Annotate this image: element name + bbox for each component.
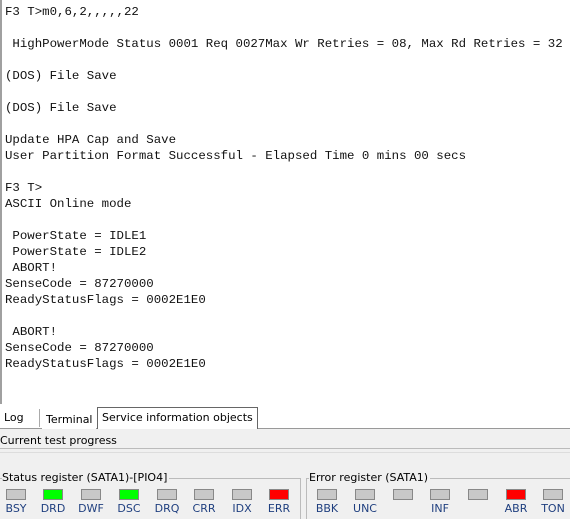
flag-label: INF [431, 502, 449, 515]
terminal-line: ABORT! [5, 261, 58, 275]
flag-led-bsy [6, 489, 26, 500]
terminal-line: User Partition Format Successful - Elaps… [5, 149, 467, 163]
terminal-line: (DOS) File Save [5, 101, 117, 115]
flag-led-drd [43, 489, 63, 500]
flag-led-abr [506, 489, 526, 500]
flag-label: DRQ [154, 502, 180, 515]
flag-label: TON [541, 502, 565, 515]
terminal-line: ASCII Online mode [5, 197, 132, 211]
terminal-line: ReadyStatusFlags = 0002E1E0 [5, 357, 206, 371]
tab-service-information-objects[interactable]: Service information objects [97, 407, 258, 429]
flag-label: BBK [315, 502, 339, 515]
flag-led-blank [468, 489, 488, 500]
flag-label: ERR [267, 502, 291, 515]
flag-label: ABR [504, 502, 528, 515]
flag-led-dwf [81, 489, 101, 500]
terminal-line: SenseCode = 87270000 [5, 277, 154, 291]
flag-label: DSC [117, 502, 141, 515]
flag-led-crr [194, 489, 214, 500]
terminal-line: ReadyStatusFlags = 0002E1E0 [5, 293, 206, 307]
flag-led-blank [393, 489, 413, 500]
flag-label: DRD [40, 502, 66, 515]
terminal-line: PowerState = IDLE2 [5, 245, 147, 259]
terminal-line: (DOS) File Save [5, 69, 117, 83]
flag-led-unc [355, 489, 375, 500]
terminal-line: PowerState = IDLE1 [5, 229, 147, 243]
flag-led-err [269, 489, 289, 500]
tab-bar: Log Terminal Service information objects [0, 404, 570, 429]
flag-led-inf [430, 489, 450, 500]
flag-label: UNC [353, 502, 377, 515]
flag-led-ton [543, 489, 563, 500]
terminal-line: F3 T>m0,6,2,,,,,22 [5, 5, 139, 19]
flag-led-drq [157, 489, 177, 500]
tab-terminal[interactable]: Terminal [42, 411, 96, 429]
flag-label: BSY [5, 502, 27, 515]
status-register-title: Status register (SATA1)-[PIO4] [2, 471, 170, 484]
tab-log[interactable]: Log [0, 409, 40, 427]
flag-led-bbk [317, 489, 337, 500]
progress-label: Current test progress [0, 434, 117, 447]
flag-label: DWF [78, 502, 104, 515]
flag-label: IDX [232, 502, 252, 515]
terminal-line: SenseCode = 87270000 [5, 341, 154, 355]
status-register-group: Status register (SATA1)-[PIO4] BSY DRD DWF… [0, 471, 301, 519]
flag-label: CRR [192, 502, 216, 515]
terminal-line: HighPowerMode Status 0001 Req 0027Max Wr… [5, 37, 563, 51]
flag-led-idx [232, 489, 252, 500]
terminal-line: F3 T> [5, 181, 43, 195]
error-register-title: Error register (SATA1) [309, 471, 431, 484]
terminal-line: Update HPA Cap and Save [5, 133, 177, 147]
terminal-line: ABORT! [5, 325, 58, 339]
terminal-output[interactable]: F3 T>m0,6,2,,,,,22 HighPowerMode Status … [0, 0, 570, 404]
error-register-group: Error register (SATA1) BBK UNC INF ABR TON [306, 471, 570, 519]
test-progress-bar [0, 448, 570, 453]
flag-led-dsc [119, 489, 139, 500]
